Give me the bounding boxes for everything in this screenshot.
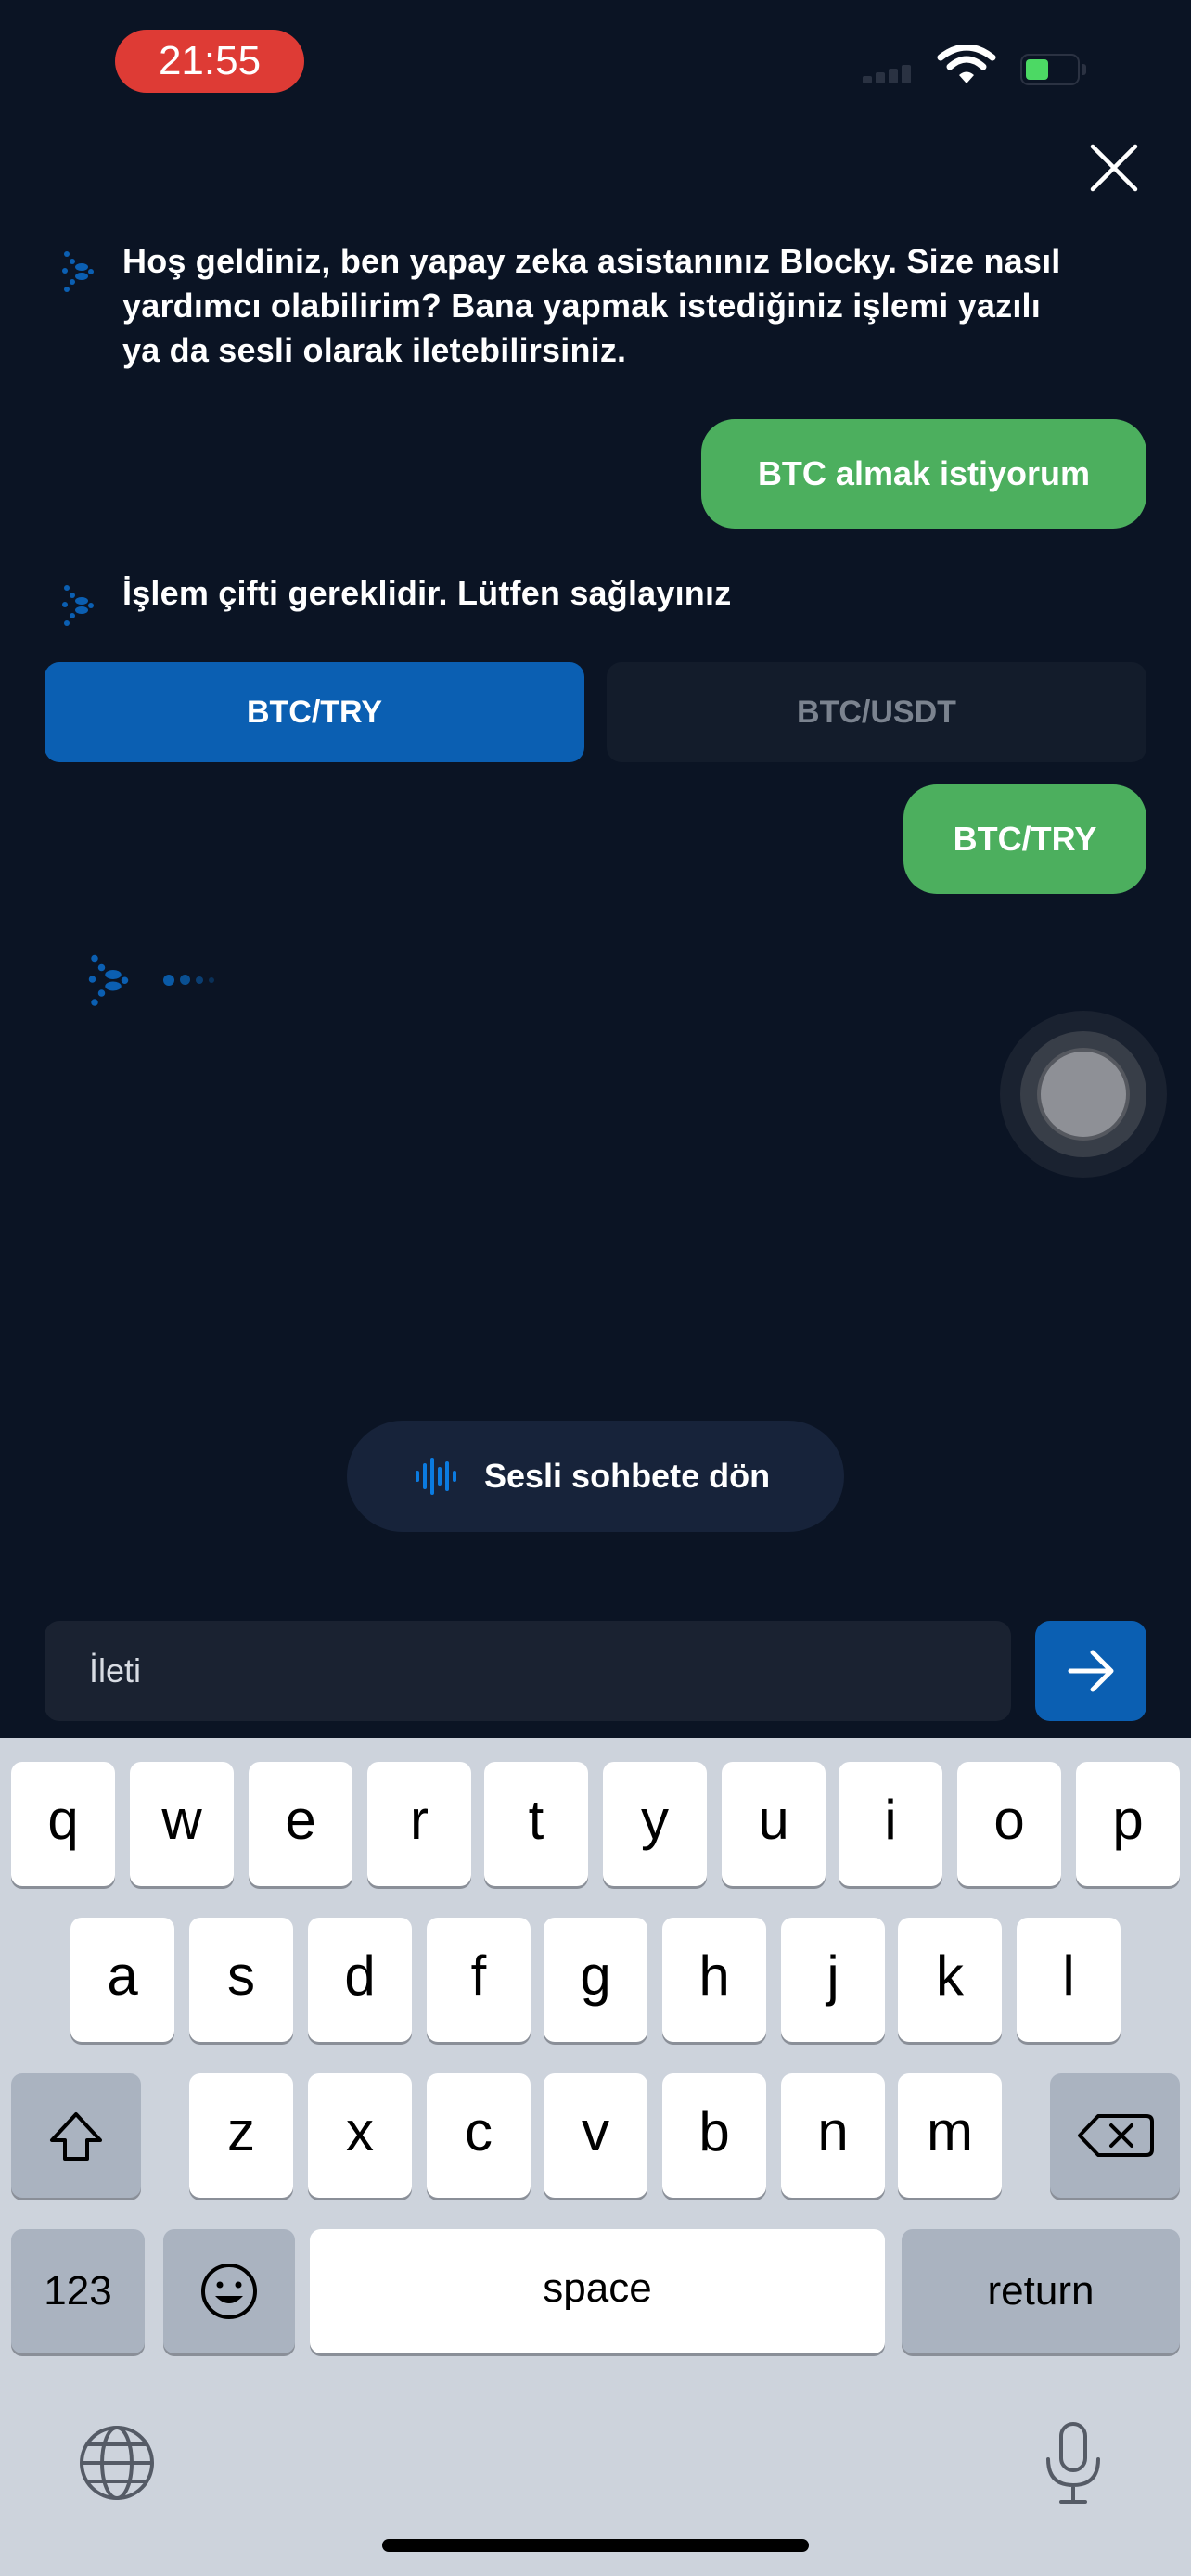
key-f[interactable]: f bbox=[427, 1918, 531, 2042]
typing-indicator bbox=[163, 972, 220, 988]
option-btc-usdt[interactable]: BTC/USDT bbox=[607, 662, 1146, 762]
key-n[interactable]: n bbox=[781, 2073, 885, 2198]
backspace-icon bbox=[1078, 2114, 1154, 2157]
key-u[interactable]: u bbox=[722, 1762, 826, 1886]
ios-keyboard: q w e r t y u i o p a s d f g h j k l z … bbox=[0, 1738, 1191, 2576]
sound-wave-icon bbox=[416, 1458, 456, 1495]
user-message-bubble: BTC/TRY bbox=[903, 784, 1146, 894]
key-r[interactable]: r bbox=[367, 1762, 471, 1886]
key-t[interactable]: t bbox=[484, 1762, 588, 1886]
bot-message-line: yardımcı olabilirim? Bana yapmak istediğ… bbox=[122, 287, 1041, 325]
bot-message-line: Hoş geldiniz, ben yapay zeka asistanınız… bbox=[122, 242, 1061, 280]
backspace-key[interactable] bbox=[1050, 2073, 1180, 2198]
assistive-touch-button[interactable] bbox=[1000, 1011, 1167, 1178]
shift-key[interactable] bbox=[11, 2073, 141, 2198]
key-b[interactable]: b bbox=[662, 2073, 766, 2198]
key-c[interactable]: c bbox=[427, 2073, 531, 2198]
battery-icon bbox=[1020, 54, 1086, 85]
key-j[interactable]: j bbox=[781, 1918, 885, 2042]
bot-message-pair-required: İşlem çifti gereklidir. Lütfen sağlayını… bbox=[122, 574, 732, 612]
emoji-icon bbox=[201, 2264, 257, 2319]
send-button[interactable] bbox=[1035, 1621, 1146, 1721]
return-key[interactable]: return bbox=[902, 2229, 1180, 2353]
key-s[interactable]: s bbox=[189, 1918, 293, 2042]
key-l[interactable]: l bbox=[1017, 1918, 1121, 2042]
arrow-right-icon bbox=[1068, 1650, 1114, 1692]
close-icon[interactable] bbox=[1085, 139, 1143, 197]
bot-message-line: ya da sesli olarak iletebilirsiniz. bbox=[122, 331, 627, 369]
wifi-icon bbox=[937, 45, 996, 83]
home-indicator bbox=[382, 2539, 809, 2552]
globe-icon[interactable] bbox=[78, 2424, 156, 2502]
key-z[interactable]: z bbox=[189, 2073, 293, 2198]
voice-chat-button[interactable]: Sesli sohbete dön bbox=[347, 1421, 844, 1532]
key-x[interactable]: x bbox=[308, 2073, 412, 2198]
option-btc-try[interactable]: BTC/TRY bbox=[45, 662, 584, 762]
space-key[interactable]: space bbox=[310, 2229, 885, 2353]
key-i[interactable]: i bbox=[839, 1762, 942, 1886]
key-a[interactable]: a bbox=[70, 1918, 174, 2042]
emoji-key[interactable] bbox=[163, 2229, 295, 2353]
key-h[interactable]: h bbox=[662, 1918, 766, 2042]
key-d[interactable]: d bbox=[308, 1918, 412, 2042]
key-g[interactable]: g bbox=[544, 1918, 647, 2042]
shift-icon bbox=[50, 2112, 102, 2161]
microphone-icon[interactable] bbox=[1041, 2420, 1106, 2506]
cellular-signal-icon bbox=[863, 57, 918, 83]
key-y[interactable]: y bbox=[603, 1762, 707, 1886]
status-time: 21:55 bbox=[115, 30, 304, 93]
voice-chat-label: Sesli sohbete dön bbox=[484, 1457, 771, 1495]
bot-message-welcome: Hoş geldiniz, ben yapay zeka asistanınız… bbox=[122, 239, 1061, 373]
key-e[interactable]: e bbox=[249, 1762, 352, 1886]
blocky-bot-icon bbox=[62, 585, 94, 626]
blocky-bot-icon bbox=[62, 251, 94, 292]
key-o[interactable]: o bbox=[957, 1762, 1061, 1886]
key-m[interactable]: m bbox=[898, 2073, 1002, 2198]
key-p[interactable]: p bbox=[1076, 1762, 1180, 1886]
numbers-key[interactable]: 123 bbox=[11, 2229, 145, 2353]
user-message-bubble: BTC almak istiyorum bbox=[701, 419, 1146, 529]
blocky-bot-icon bbox=[88, 954, 129, 1006]
message-input[interactable]: İleti bbox=[45, 1621, 1011, 1721]
key-q[interactable]: q bbox=[11, 1762, 115, 1886]
key-v[interactable]: v bbox=[544, 2073, 647, 2198]
key-k[interactable]: k bbox=[898, 1918, 1002, 2042]
key-w[interactable]: w bbox=[130, 1762, 234, 1886]
